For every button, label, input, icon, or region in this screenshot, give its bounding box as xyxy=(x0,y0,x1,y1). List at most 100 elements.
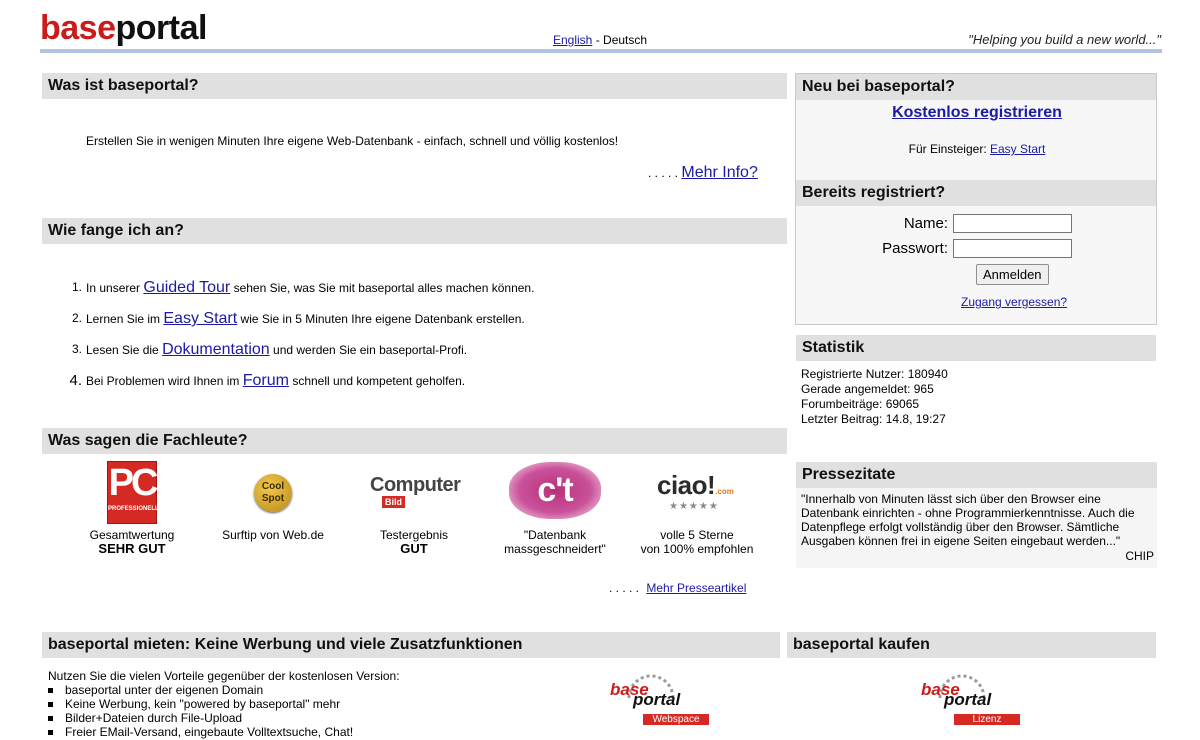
step-number: 2. xyxy=(71,311,82,325)
stat-online-now: Gerade angemeldet: 965 xyxy=(801,382,934,396)
computer-bild-sub: Bild xyxy=(382,496,405,508)
ct-logo[interactable]: c't xyxy=(509,462,601,519)
ciao-logo[interactable]: ciao!.com ★★★★★ xyxy=(657,470,739,514)
section-title-buy: baseportal kaufen xyxy=(787,632,1156,658)
press-line2: SEHR GUT xyxy=(98,541,166,556)
what-description: Erstellen Sie in wenigen Minuten Ihre ei… xyxy=(86,134,619,148)
cool-spot-text: Cool Spot xyxy=(261,481,285,504)
step-text-pre: Lernen Sie im xyxy=(86,312,164,326)
register-link[interactable]: Kostenlos registrieren xyxy=(796,104,1158,122)
easy-start-link[interactable]: Easy Start xyxy=(163,310,237,327)
step-item: 1. In unserer Guided Tour sehen Sie, was … xyxy=(72,272,535,303)
section-title-press: Pressezitate xyxy=(796,462,1157,488)
step-item: 2. Lernen Sie im Easy Start wie Sie in 5 … xyxy=(72,303,534,334)
step-text-post: schnell und kompetent geholfen. xyxy=(288,374,466,388)
press-line2: von 100% empfohlen xyxy=(640,542,754,556)
stat-last-post: Letzter Beitrag: 14.8, 19:27 xyxy=(801,412,946,426)
step-item: 4. Bei Problemen wird Ihnen im Forum schn… xyxy=(69,365,534,396)
logo-base: base xyxy=(40,9,116,47)
section-title-rent: baseportal mieten: Keine Werbung und vie… xyxy=(42,632,780,658)
press-line1: "Datenbank xyxy=(523,528,587,542)
steps-list: 1. In unserer Guided Tour sehen Sie, was … xyxy=(69,272,535,396)
press-item-computerbild: Testergebnis GUT xyxy=(344,528,484,556)
site-logo[interactable]: baseportal xyxy=(40,8,207,48)
section-title-what: Was ist baseportal? xyxy=(42,73,787,99)
slogan: "Helping you build a new world..." xyxy=(968,32,1161,47)
list-item: Bilder+Dateien durch File-Upload xyxy=(48,711,353,725)
guided-tour-link[interactable]: Guided Tour xyxy=(143,279,230,296)
password-input[interactable] xyxy=(953,239,1072,258)
list-item: baseportal unter der eigenen Domain xyxy=(48,683,353,697)
step-text-post: wie Sie in 5 Minuten Ihre eigene Datenba… xyxy=(237,312,525,326)
license-logo-tag: Lizenz xyxy=(954,714,1020,725)
lang-english-link[interactable]: English xyxy=(553,33,592,47)
step-number: 1. xyxy=(71,280,82,294)
password-label: Passwort: xyxy=(882,240,948,257)
rent-intro: Nutzen Sie die vielen Vorteile gegenüber… xyxy=(48,669,400,683)
more-info-link[interactable]: Mehr Info? xyxy=(681,164,757,181)
step-item: 3. Lesen Sie die Dokumentation und werden… xyxy=(72,334,534,365)
rent-feature-list: baseportal unter der eigenen Domain Kein… xyxy=(48,683,353,739)
lang-separator: - xyxy=(592,33,604,47)
beginner-label: Für Einsteiger: xyxy=(908,142,990,156)
language-switch: English - Deutsch xyxy=(553,33,647,47)
press-quote-source: CHIP xyxy=(1125,549,1154,563)
ciao-stars-icon: ★★★★★ xyxy=(669,501,719,512)
press-line1: Surftip von Web.de xyxy=(222,528,324,542)
press-line1: Testergebnis xyxy=(379,528,449,542)
press-line2: GUT xyxy=(400,541,428,556)
more-press-dots: . . . . . xyxy=(609,581,640,595)
name-label: Name: xyxy=(903,215,948,232)
computer-bild-logo[interactable]: Computer Bild xyxy=(370,472,461,512)
pc-logo-text: PC xyxy=(108,462,159,504)
ciao-logo-sub: .com xyxy=(715,487,734,496)
pc-logo-sub: PROFESSIONELL xyxy=(108,506,159,512)
step-text-pre: Bei Problemen wird Ihnen im xyxy=(86,374,243,388)
step-text-post: sehen Sie, was Sie mit baseportal alles … xyxy=(230,281,535,295)
more-info: . . . . . Mehr Info? xyxy=(648,164,758,182)
section-title-login: Bereits registriert? xyxy=(796,180,1156,206)
press-line2: massgeschneidert" xyxy=(504,542,606,556)
name-input[interactable] xyxy=(953,214,1072,233)
stat-registered-users: Registrierte Nutzer: 180940 xyxy=(801,367,948,381)
more-press-link[interactable]: Mehr Presseartikel xyxy=(646,581,746,595)
step-number: 4. xyxy=(69,372,82,389)
ciao-logo-text: ciao! xyxy=(657,470,716,500)
section-title-stats: Statistik xyxy=(796,335,1156,361)
forgot-access-link[interactable]: Zugang vergessen? xyxy=(961,295,1067,309)
stat-forum-posts: Forumbeiträge: 69065 xyxy=(801,397,920,411)
list-item: Freier EMail-Versand, eingebaute Volltex… xyxy=(48,725,353,739)
step-text-pre: In unserer xyxy=(86,281,144,295)
pc-professionell-logo[interactable]: PC PROFESSIONELL xyxy=(107,461,159,524)
license-logo[interactable]: base portal Lizenz xyxy=(918,668,1028,728)
section-title-start: Wie fange ich an? xyxy=(42,218,787,244)
press-quote-text: "Innerhalb von Minuten lässt sich über d… xyxy=(801,492,1135,548)
webspace-logo-portal: portal xyxy=(633,690,681,709)
press-item-pc: Gesamtwertung SEHR GUT xyxy=(62,528,202,556)
lang-deutsch: Deutsch xyxy=(603,33,648,47)
beginner-hint: Für Einsteiger: Easy Start xyxy=(796,142,1158,156)
cool-spot-logo[interactable]: Cool Spot xyxy=(254,474,292,512)
more-info-dots: . . . . . xyxy=(648,166,679,180)
webspace-logo-tag: Webspace xyxy=(643,714,709,725)
beginner-easy-start-link[interactable]: Easy Start xyxy=(990,142,1045,156)
license-logo-portal: portal xyxy=(944,690,992,709)
more-press: . . . . . Mehr Presseartikel xyxy=(609,581,746,595)
section-title-new: Neu bei baseportal? xyxy=(796,74,1156,100)
stats-block: Registrierte Nutzer: 180940 Gerade angem… xyxy=(801,367,948,427)
documentation-link[interactable]: Dokumentation xyxy=(162,341,270,358)
webspace-logo[interactable]: base portal Webspace xyxy=(607,668,717,728)
press-item-ciao: volle 5 Sterne von 100% empfohlen xyxy=(627,528,767,556)
ct-logo-text: c't xyxy=(537,471,573,509)
press-line1: Gesamtwertung xyxy=(89,528,175,542)
computer-bild-text: Computer xyxy=(370,474,461,496)
press-line1: volle 5 Sterne xyxy=(660,528,734,542)
forum-link[interactable]: Forum xyxy=(243,372,289,389)
list-item: Keine Werbung, kein "powered by baseport… xyxy=(48,697,353,711)
step-text-post: und werden Sie ein baseportal-Profi. xyxy=(269,343,468,357)
login-button[interactable]: Anmelden xyxy=(976,264,1049,285)
press-item-coolspot: Surftip von Web.de xyxy=(203,528,343,542)
step-number: 3. xyxy=(71,342,82,356)
section-title-experts: Was sagen die Fachleute? xyxy=(42,428,787,454)
header-divider xyxy=(40,49,1162,53)
